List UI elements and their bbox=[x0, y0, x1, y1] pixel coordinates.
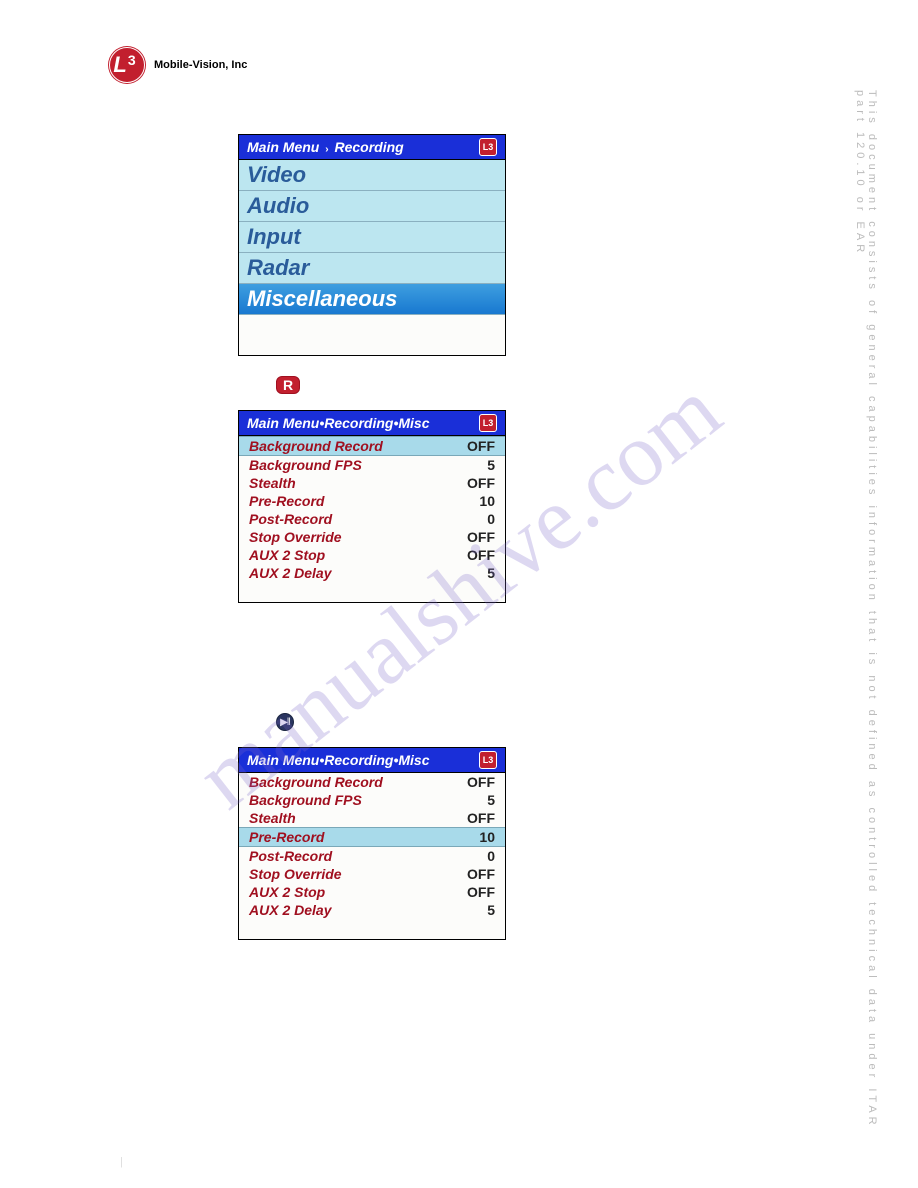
logo-l: L bbox=[113, 52, 126, 78]
setting-value: 5 bbox=[487, 902, 495, 918]
play-pause-button[interactable]: ▶‖ bbox=[276, 713, 294, 731]
setting-label: Background Record bbox=[249, 438, 383, 454]
logo-3: 3 bbox=[128, 52, 136, 68]
settings-row[interactable]: AUX 2 Stop OFF bbox=[239, 883, 505, 901]
setting-value: 5 bbox=[487, 565, 495, 581]
setting-label: Background Record bbox=[249, 774, 383, 790]
setting-value: OFF bbox=[467, 529, 495, 545]
settings-row[interactable]: AUX 2 Delay 5 bbox=[239, 901, 505, 919]
settings-row[interactable]: Post-Record 0 bbox=[239, 847, 505, 865]
record-button[interactable]: R bbox=[276, 376, 300, 394]
settings-row[interactable]: Stop Override OFF bbox=[239, 528, 505, 546]
setting-label: AUX 2 Delay bbox=[249, 565, 331, 581]
setting-value: OFF bbox=[467, 866, 495, 882]
company-logo: L 3 Mobile-Vision, Inc bbox=[108, 46, 247, 84]
setting-value: 10 bbox=[479, 829, 495, 845]
setting-label: AUX 2 Stop bbox=[249, 884, 325, 900]
setting-value: 10 bbox=[479, 493, 495, 509]
menu-item[interactable]: Miscellaneous bbox=[239, 284, 505, 315]
settings-row[interactable]: Stop Override OFF bbox=[239, 865, 505, 883]
menu-breadcrumb: Main Menu•Recording•Misc L3 bbox=[239, 748, 505, 773]
logo-circle-icon: L 3 bbox=[108, 46, 146, 84]
chevron-right-icon: › bbox=[325, 144, 328, 155]
crumb-recording: Recording bbox=[334, 139, 403, 155]
page-marker: | bbox=[120, 1156, 123, 1168]
settings-row[interactable]: Background FPS 5 bbox=[239, 791, 505, 809]
menu-breadcrumb: Main Menu › Recording L3 bbox=[239, 135, 505, 160]
crumb-full: Main Menu•Recording•Misc bbox=[247, 752, 430, 768]
settings-row[interactable]: Post-Record 0 bbox=[239, 510, 505, 528]
menu-item[interactable]: Radar bbox=[239, 253, 505, 284]
settings-row[interactable]: AUX 2 Stop OFF bbox=[239, 546, 505, 564]
setting-value: OFF bbox=[467, 774, 495, 790]
setting-label: AUX 2 Stop bbox=[249, 547, 325, 563]
settings-row[interactable]: Background FPS 5 bbox=[239, 456, 505, 474]
setting-label: Stealth bbox=[249, 475, 296, 491]
setting-label: Stop Override bbox=[249, 529, 342, 545]
menu-item[interactable]: Audio bbox=[239, 191, 505, 222]
setting-value: 5 bbox=[487, 792, 495, 808]
setting-value: OFF bbox=[467, 475, 495, 491]
setting-label: Pre-Record bbox=[249, 829, 324, 845]
settings-row[interactable]: Background Record OFF bbox=[239, 773, 505, 791]
settings-row[interactable]: Stealth OFF bbox=[239, 809, 505, 827]
crumb-main: Main Menu bbox=[247, 139, 319, 155]
setting-label: AUX 2 Delay bbox=[249, 902, 331, 918]
l3-badge-icon: L3 bbox=[479, 138, 497, 156]
settings-row[interactable]: Background Record OFF bbox=[239, 436, 505, 456]
crumb-full: Main Menu•Recording•Misc bbox=[247, 415, 430, 431]
setting-label: Background FPS bbox=[249, 457, 362, 473]
setting-value: 5 bbox=[487, 457, 495, 473]
setting-label: Pre-Record bbox=[249, 493, 324, 509]
setting-label: Post-Record bbox=[249, 511, 332, 527]
l3-badge-icon: L3 bbox=[479, 751, 497, 769]
setting-value: 0 bbox=[487, 511, 495, 527]
l3-badge-icon: L3 bbox=[479, 414, 497, 432]
setting-value: 0 bbox=[487, 848, 495, 864]
misc-settings-menu-b: Main Menu•Recording•Misc L3 Background R… bbox=[238, 747, 506, 940]
menu-breadcrumb: Main Menu•Recording•Misc L3 bbox=[239, 411, 505, 436]
setting-label: Post-Record bbox=[249, 848, 332, 864]
setting-label: Background FPS bbox=[249, 792, 362, 808]
misc-settings-menu-a: Main Menu•Recording•Misc L3 Background R… bbox=[238, 410, 506, 603]
setting-label: Stop Override bbox=[249, 866, 342, 882]
settings-row[interactable]: Pre-Record 10 bbox=[239, 492, 505, 510]
setting-value: OFF bbox=[467, 438, 495, 454]
setting-value: OFF bbox=[467, 884, 495, 900]
itar-notice: This document consists of general capabi… bbox=[854, 90, 878, 1130]
settings-row[interactable]: Pre-Record 10 bbox=[239, 827, 505, 847]
setting-value: OFF bbox=[467, 547, 495, 563]
recording-menu: Main Menu › Recording L3 VideoAudioInput… bbox=[238, 134, 506, 356]
menu-item[interactable]: Input bbox=[239, 222, 505, 253]
setting-value: OFF bbox=[467, 810, 495, 826]
menu-item[interactable]: Video bbox=[239, 160, 505, 191]
settings-row[interactable]: AUX 2 Delay 5 bbox=[239, 564, 505, 582]
setting-label: Stealth bbox=[249, 810, 296, 826]
company-name: Mobile-Vision, Inc bbox=[154, 59, 247, 71]
settings-row[interactable]: Stealth OFF bbox=[239, 474, 505, 492]
